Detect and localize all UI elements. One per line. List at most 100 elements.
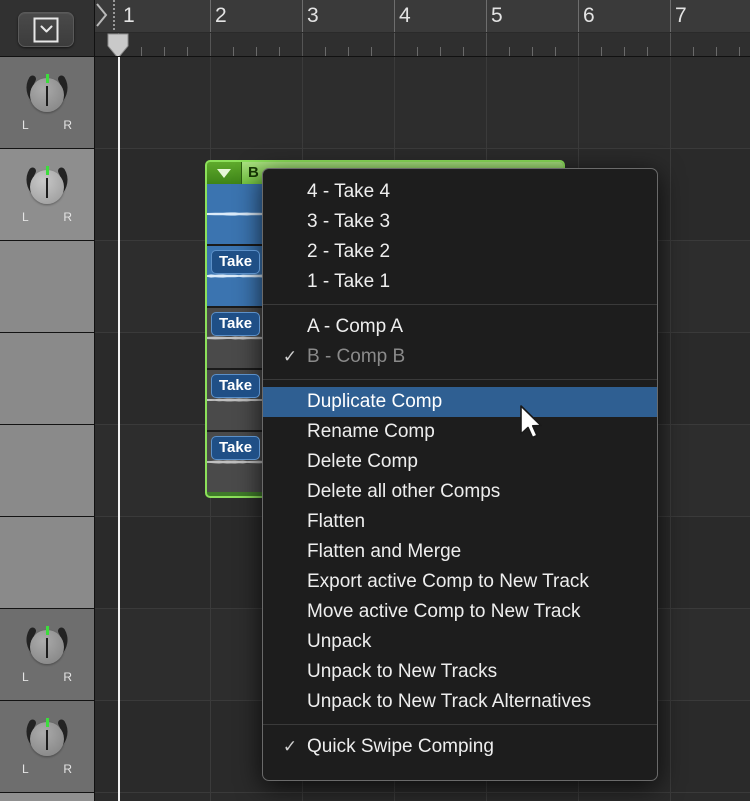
bar-tick: [486, 33, 487, 56]
take-name-chip[interactable]: Take: [211, 312, 261, 336]
menu-separator: [263, 304, 657, 305]
pan-label-right: R: [63, 210, 72, 224]
pan-label-left: L: [22, 670, 29, 684]
pan-knob[interactable]: LR: [19, 71, 75, 132]
bar-tick: [394, 33, 395, 56]
beat-tick-strip[interactable]: [95, 33, 750, 57]
menu-item-label: B - Comp B: [307, 346, 406, 367]
ruler-bar-line: [670, 0, 671, 32]
take-name-chip[interactable]: Take: [211, 436, 261, 460]
menu-item[interactable]: 1 - Take 1: [263, 267, 657, 297]
menu-item[interactable]: 3 - Take 3: [263, 207, 657, 237]
track-header-row[interactable]: LR: [0, 701, 94, 793]
track-header-row[interactable]: [0, 333, 94, 425]
ruler-bar-number: 2: [215, 4, 227, 27]
take-name-chip[interactable]: Take: [211, 250, 261, 274]
track-header-row[interactable]: [0, 241, 94, 333]
ruler-bar-number: 7: [675, 4, 687, 27]
menu-item[interactable]: A - Comp A: [263, 312, 657, 342]
pan-knob-center-led: [45, 626, 49, 635]
cycle-arrow-icon: [96, 3, 108, 27]
track-header-row[interactable]: LR: [0, 609, 94, 701]
bar-gridline: [670, 57, 671, 801]
menu-item-label: Unpack: [307, 631, 372, 652]
ruler-bar-number: 4: [399, 4, 411, 27]
pan-label-right: R: [63, 118, 72, 132]
beat-tick: [509, 47, 510, 56]
pan-knob-cap[interactable]: [30, 630, 64, 664]
menu-item-label: 1 - Take 1: [307, 271, 391, 292]
menu-item[interactable]: Unpack to New Track Alternatives: [263, 687, 657, 717]
menu-item-label: A - Comp A: [307, 316, 404, 337]
menu-item[interactable]: Flatten and Merge: [263, 537, 657, 567]
ruler-bar-line: [210, 0, 211, 32]
beat-tick: [371, 47, 372, 56]
pan-knob[interactable]: LR: [19, 163, 75, 224]
track-header-row[interactable]: LR: [0, 57, 94, 149]
bar-ruler[interactable]: 1 2 3 4 5 6 7: [95, 0, 750, 33]
beat-tick: [325, 47, 326, 56]
beat-tick: [532, 47, 533, 56]
beat-tick: [624, 47, 625, 56]
beat-tick: [256, 47, 257, 56]
bar-tick: [578, 33, 579, 56]
bar-tick: [302, 33, 303, 56]
beat-tick: [279, 47, 280, 56]
menu-separator: [263, 379, 657, 380]
pan-label-left: L: [22, 118, 29, 132]
menu-group-takes: 4 - Take 4 3 - Take 3 2 - Take 2 1 - Take 1: [263, 177, 657, 297]
track-header-row[interactable]: [0, 517, 94, 609]
pan-knob-indicator: [46, 86, 48, 106]
menu-item[interactable]: Unpack: [263, 627, 657, 657]
triangle-down-icon: [217, 169, 231, 178]
take-name-chip[interactable]: Take: [211, 374, 261, 398]
pan-label-right: R: [63, 670, 72, 684]
ruler-bar-number: 1: [123, 4, 135, 27]
menu-item[interactable]: Duplicate Comp: [263, 387, 657, 417]
menu-item[interactable]: Unpack to New Tracks: [263, 657, 657, 687]
beat-tick: [716, 47, 717, 56]
menu-item-label: Quick Swipe Comping: [307, 736, 494, 757]
beat-tick: [739, 47, 740, 56]
pan-knob-cap[interactable]: [30, 722, 64, 756]
checkmark-icon: ✓: [282, 737, 298, 756]
bar-tick: [210, 33, 211, 56]
beat-tick: [141, 47, 142, 56]
pan-knob-cap[interactable]: [30, 78, 64, 112]
ruler-bar-line: [394, 0, 395, 32]
track-header-row[interactable]: [0, 425, 94, 517]
checkmark-icon: ✓: [282, 347, 298, 366]
menu-item[interactable]: 2 - Take 2: [263, 237, 657, 267]
menu-item-label: Unpack to New Tracks: [307, 661, 498, 682]
pan-knob[interactable]: LR: [19, 623, 75, 684]
beat-tick: [187, 47, 188, 56]
menu-item[interactable]: 4 - Take 4: [263, 177, 657, 207]
track-lane[interactable]: [95, 57, 750, 149]
pan-knob-cap[interactable]: [30, 170, 64, 204]
bar-tick: [670, 33, 671, 56]
pan-knob[interactable]: LR: [19, 715, 75, 776]
take-folder-context-menu[interactable]: 4 - Take 4 3 - Take 3 2 - Take 2 1 - Take 1…: [262, 168, 658, 781]
pan-label-right: R: [63, 762, 72, 776]
pan-knob-center-led: [45, 166, 49, 175]
menu-item[interactable]: ✓ B - Comp B: [263, 342, 657, 372]
playhead-handle[interactable]: [107, 33, 129, 57]
menu-item-label: Unpack to New Track Alternatives: [307, 691, 592, 712]
track-header-config-button[interactable]: [18, 12, 74, 47]
track-header-row[interactable]: LR: [0, 149, 94, 241]
ruler-bar-line: [578, 0, 579, 32]
menu-item[interactable]: ✓ Quick Swipe Comping: [263, 732, 657, 762]
menu-item-label: Flatten: [307, 511, 366, 532]
menu-item[interactable]: Rename Comp: [263, 417, 657, 447]
ruler-bar-number: 3: [307, 4, 319, 27]
menu-item[interactable]: Delete all other Comps: [263, 477, 657, 507]
menu-item[interactable]: Flatten: [263, 507, 657, 537]
menu-item[interactable]: Move active Comp to New Track: [263, 597, 657, 627]
take-folder-disclosure-button[interactable]: [207, 162, 242, 184]
beat-tick: [233, 47, 234, 56]
menu-item[interactable]: Delete Comp: [263, 447, 657, 477]
menu-group-comps: A - Comp A ✓ B - Comp B: [263, 312, 657, 372]
menu-item-label: Delete Comp: [307, 451, 418, 472]
beat-tick: [348, 47, 349, 56]
menu-item[interactable]: Export active Comp to New Track: [263, 567, 657, 597]
